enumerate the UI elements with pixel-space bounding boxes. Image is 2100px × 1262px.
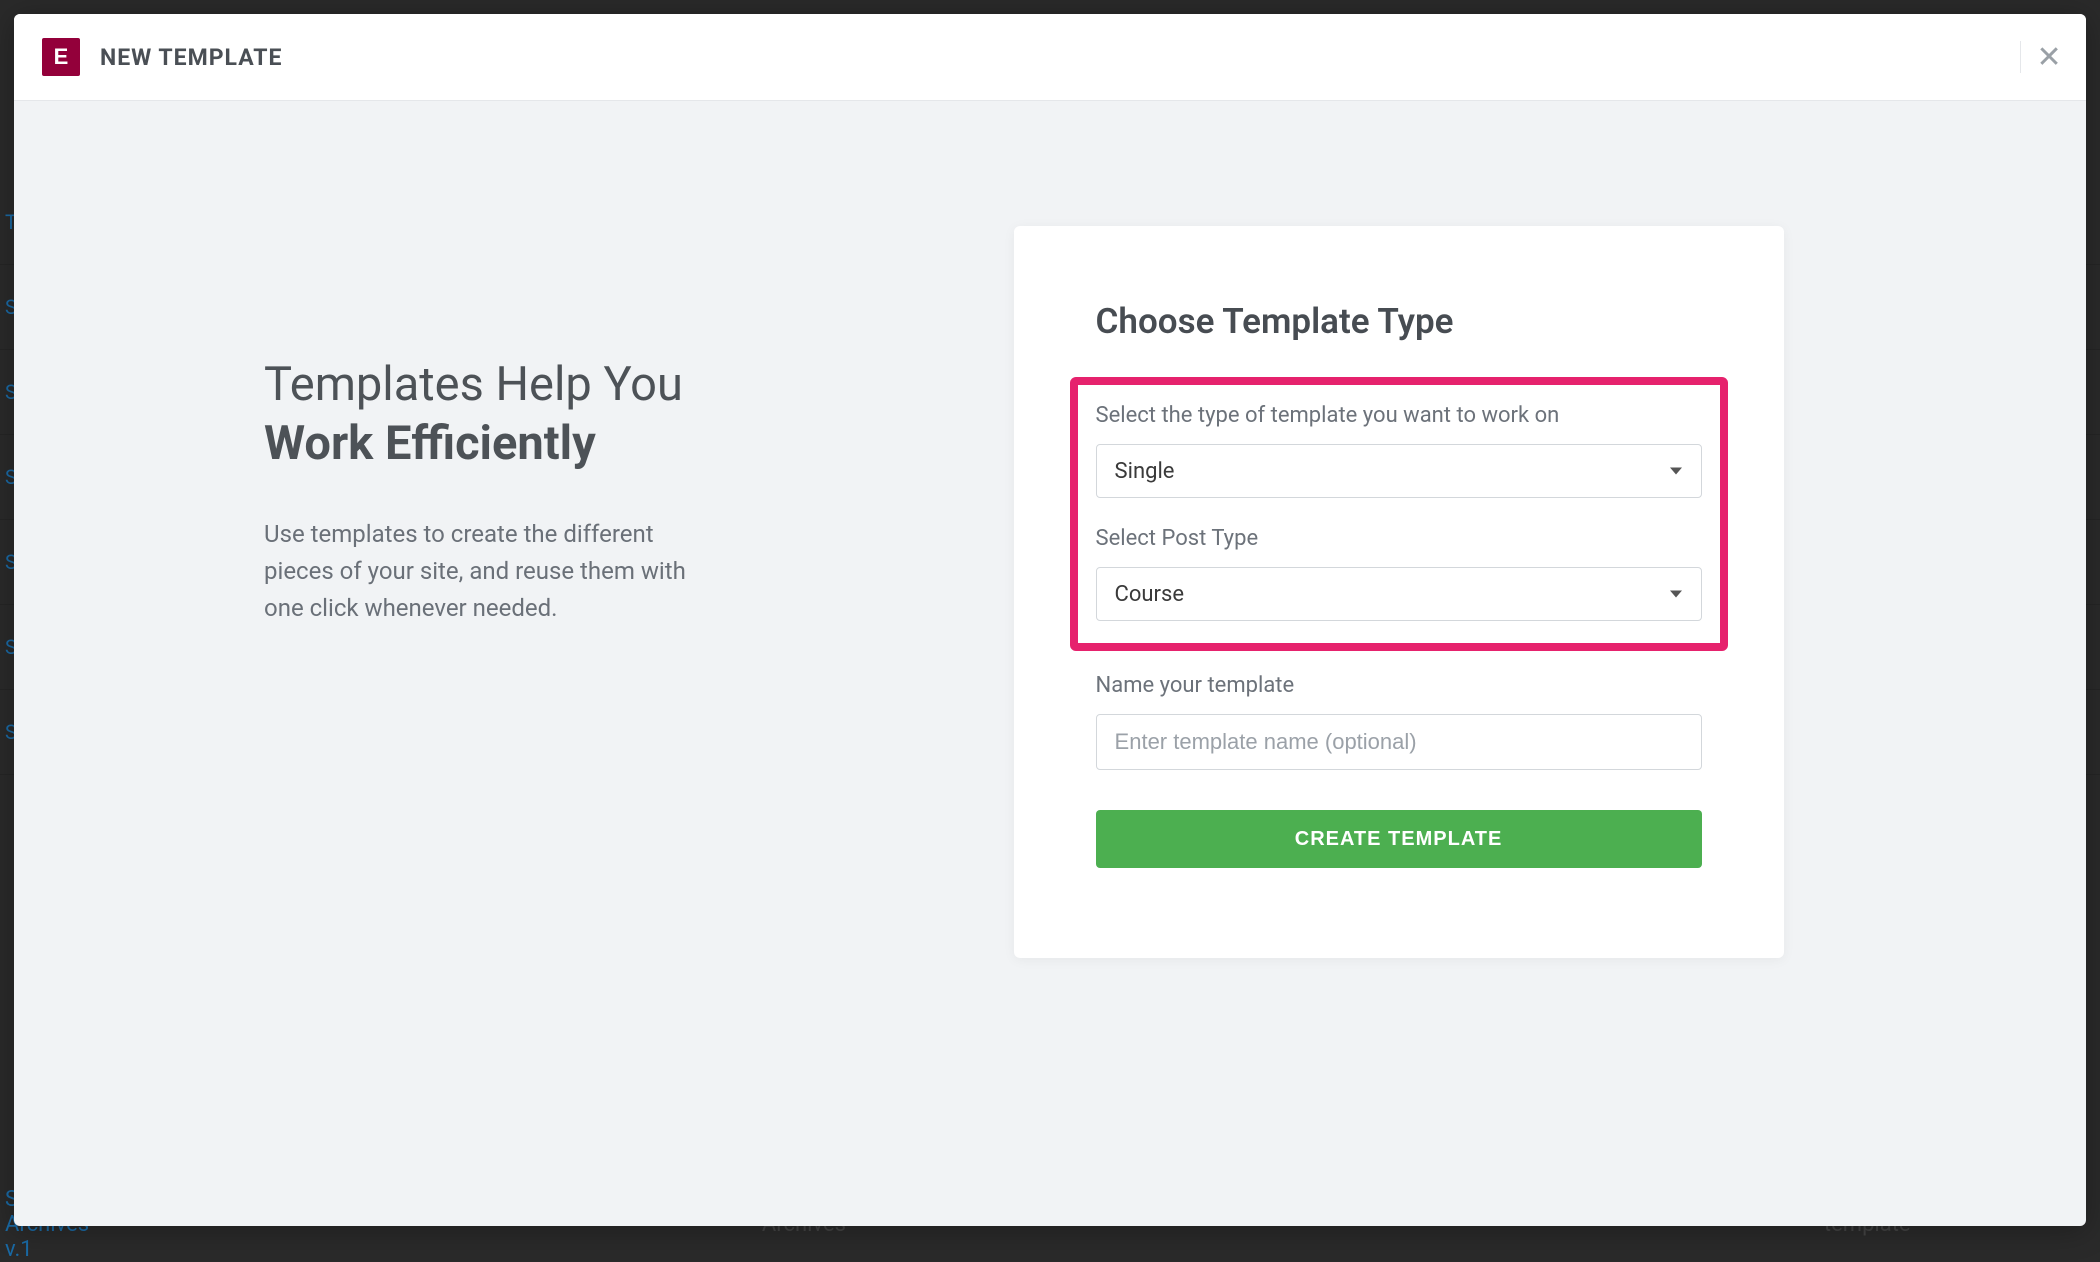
close-button[interactable]: ✕ (2020, 41, 2052, 73)
name-field-group: Name your template (1096, 673, 1702, 770)
template-name-label: Name your template (1096, 673, 1702, 698)
hero-line-2: Work Efficiently (264, 415, 1009, 474)
template-type-select-wrapper: Single (1096, 444, 1702, 498)
template-type-select[interactable]: Single (1096, 444, 1702, 498)
new-template-modal: E NEW TEMPLATE ✕ Templates Help You Work… (14, 14, 2086, 1226)
close-icon: ✕ (2036, 40, 2061, 75)
chevron-down-icon (1670, 468, 1682, 475)
post-type-select[interactable]: Course (1096, 567, 1702, 621)
hero-line-1: Templates Help You (264, 357, 683, 412)
highlight-annotation: Select the type of template you want to … (1070, 377, 1728, 651)
create-template-button[interactable]: CREATE TEMPLATE (1096, 810, 1702, 868)
modal-title: NEW TEMPLATE (100, 44, 282, 71)
template-name-input[interactable] (1096, 714, 1702, 770)
form-card: Choose Template Type Select the type of … (1014, 226, 1784, 958)
intro-panel: Templates Help You Work Efficiently Use … (14, 226, 1009, 627)
modal-header: E NEW TEMPLATE ✕ (14, 14, 2086, 101)
hero-title: Templates Help You Work Efficiently (264, 356, 1009, 474)
post-type-select-wrapper: Course (1096, 567, 1702, 621)
chevron-down-icon (1670, 591, 1682, 598)
form-panel: Choose Template Type Select the type of … (1009, 226, 2086, 958)
template-type-label: Select the type of template you want to … (1096, 403, 1702, 428)
form-title: Choose Template Type (1096, 301, 1702, 342)
modal-body: Templates Help You Work Efficiently Use … (14, 101, 2086, 1226)
hero-description: Use templates to create the different pi… (264, 516, 724, 628)
elementor-logo-icon: E (42, 38, 80, 76)
post-type-label: Select Post Type (1096, 526, 1702, 551)
